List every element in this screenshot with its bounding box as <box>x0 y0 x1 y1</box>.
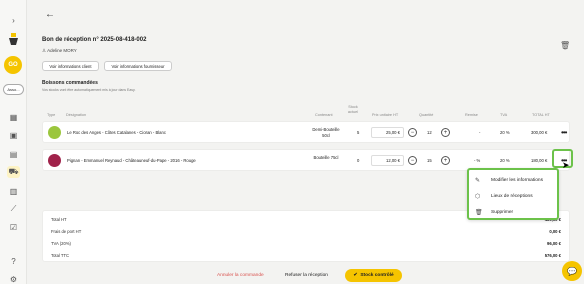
increase-qty-button[interactable]: + <box>441 128 450 137</box>
stock-checked-label: Stock contrôlé <box>360 273 394 278</box>
box-icon: ⬡ <box>475 193 481 200</box>
go-button[interactable]: GO <box>4 56 22 74</box>
menu-item-edit[interactable]: ✎ Modifier les informations <box>475 174 543 186</box>
help-icon[interactable]: ? <box>7 255 20 267</box>
th-designation: Désignation <box>66 113 87 117</box>
decrease-qty-button[interactable]: − <box>408 128 417 137</box>
decrease-qty-button[interactable]: − <box>408 156 417 165</box>
check-icon: ✔ <box>353 273 358 278</box>
increase-qty-button[interactable]: + <box>441 156 450 165</box>
mouse-cursor-icon: ➤ <box>562 160 570 170</box>
th-quantite: Quantité <box>419 113 434 117</box>
cancel-order-button[interactable]: Annuler la commande <box>217 273 264 278</box>
menu-item-label: Modifier les informations <box>491 177 543 183</box>
cart-icon[interactable]: ⛟ <box>7 166 20 178</box>
product-thumbnail <box>48 154 61 167</box>
contenant-cell: Bouteille 75cl <box>313 155 339 160</box>
footer-actions: Annuler la commande Refuser la réception… <box>27 268 584 284</box>
author-name: Adeline MORY <box>47 48 77 53</box>
vat-cell: 20 % <box>500 130 510 135</box>
sidebar: › GO Asso... ▦ ▣ ▤ ⛟ ▥ ⟋ ☑ ? ⚙ <box>0 0 27 284</box>
view-client-button[interactable]: Voir informations client <box>42 61 99 71</box>
total-ttc-value: 576,00 € <box>544 253 561 258</box>
shipping-value: 0,00 € <box>549 229 561 234</box>
vat-total-value: 96,00 € <box>547 241 561 246</box>
user-icon: ♙ <box>42 48 47 53</box>
row-actions-menu: ✎ Modifier les informations ⬡ Lieux de r… <box>467 168 559 220</box>
th-type: Type <box>47 113 56 117</box>
page-title: Bon de réception n° 2025-08-418-002 <box>42 37 147 43</box>
checklist-icon[interactable]: ☑ <box>7 221 20 233</box>
stock-cell: 0 <box>357 158 360 163</box>
establishment-label: Asso... <box>7 87 20 92</box>
quantity-value[interactable]: 15 <box>427 158 432 163</box>
designation-cell: Pignan - Emmanuel Reynaud - Châteauneuf-… <box>67 158 196 163</box>
dashboard-icon[interactable]: ▦ <box>7 111 20 123</box>
settings-gear-icon[interactable]: ⚙ <box>7 273 20 284</box>
discount-cell[interactable]: - <box>479 130 480 135</box>
th-prix: Prix unitaire HT <box>372 113 399 117</box>
price-input[interactable]: 25,00 € <box>371 127 404 138</box>
stock-checked-button[interactable]: ✔ Stock contrôlé <box>345 269 402 282</box>
menu-item-label: Supprimer <box>491 209 514 215</box>
pencil-icon: ✎ <box>475 177 481 184</box>
price-input[interactable]: 12,00 € <box>371 155 404 166</box>
total-ht-label: Total HT <box>51 217 67 222</box>
delete-order-trash-icon[interactable]: 🗑 <box>560 41 570 51</box>
establishment-selector[interactable]: Asso... <box>3 84 24 95</box>
expand-chevron-icon[interactable]: › <box>7 14 20 26</box>
shipping-label: Frais de port HT <box>51 229 82 234</box>
table-row: Le Roc des Anges - Côtes Catalanes - Cio… <box>42 121 570 143</box>
brand-logo <box>9 33 18 45</box>
vat-total-label: TVA (20%) <box>51 241 71 246</box>
stock-cell: 5 <box>357 130 360 135</box>
menu-item-locations[interactable]: ⬡ Lieux de réceptions <box>475 190 533 202</box>
vat-cell: 20 % <box>500 158 510 163</box>
stats-icon[interactable]: ⟋ <box>7 203 20 215</box>
products-icon[interactable]: ▣ <box>7 129 20 141</box>
author-line: ♙ Adeline MORY <box>42 48 77 54</box>
view-supplier-button[interactable]: Voir informations fournisseur <box>104 61 172 71</box>
chat-bubble-icon[interactable]: 💬 <box>562 261 582 281</box>
go-label: GO <box>8 62 18 68</box>
th-contenant: Contenant <box>315 113 333 117</box>
refuse-reception-button[interactable]: Refuser la réception <box>285 273 328 278</box>
contenant-cell: Demi-Bouteille 50cl <box>312 127 340 138</box>
designation-cell: Le Roc des Anges - Côtes Catalanes - Cio… <box>67 130 166 135</box>
quantity-value[interactable]: 12 <box>427 130 432 135</box>
total-cell: 300,00 € <box>531 130 548 135</box>
menu-item-delete[interactable]: 🗑 Supprimer <box>475 206 513 218</box>
total-ttc-label: Total TTC <box>51 253 70 258</box>
delivery-icon[interactable]: ▥ <box>7 185 20 197</box>
trash-icon: 🗑 <box>475 209 483 216</box>
app-root: › GO Asso... ▦ ▣ ▤ ⛟ ▥ ⟋ ☑ ? ⚙ ← Bon de … <box>0 0 584 284</box>
main-content: ← Bon de réception n° 2025-08-418-002 ♙ … <box>27 0 584 284</box>
more-actions-icon[interactable]: ••• <box>561 128 567 137</box>
back-arrow-icon[interactable]: ← <box>45 9 55 20</box>
inventory-icon[interactable]: ▤ <box>7 148 20 160</box>
th-total: TOTAL HT <box>532 113 550 117</box>
table-header: Type Désignation Contenant Stock actuel … <box>27 105 584 119</box>
th-stock: Stock actuel <box>347 105 359 115</box>
discount-cell[interactable]: - % <box>474 158 480 163</box>
section-title: Boissons commandées <box>42 80 98 86</box>
th-remise: Remise <box>465 113 478 117</box>
th-tva: TVA <box>500 113 508 117</box>
total-cell: 180,00 € <box>531 158 548 163</box>
section-subtitle: Vos stocks vont être automatiquement mis… <box>42 88 136 92</box>
menu-item-label: Lieux de réceptions <box>491 193 533 199</box>
product-thumbnail <box>48 126 61 139</box>
